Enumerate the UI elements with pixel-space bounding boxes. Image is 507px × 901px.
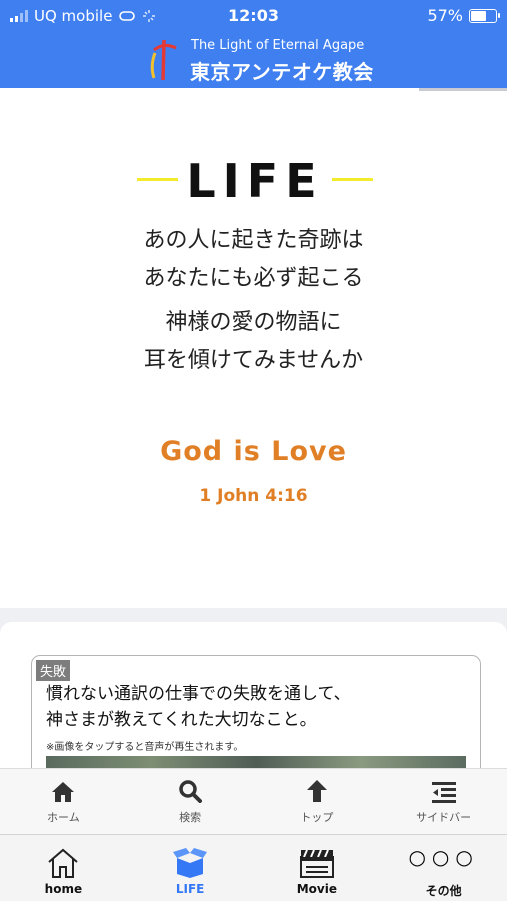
clapperboard-icon xyxy=(299,849,334,878)
tab-label: その他 xyxy=(425,884,462,898)
category-badge: 失敗 xyxy=(36,660,71,681)
home-icon xyxy=(52,782,75,802)
subnav-search[interactable]: 検索 xyxy=(127,769,254,835)
search-icon xyxy=(179,780,203,803)
subnav-top[interactable]: トップ xyxy=(254,769,381,835)
app-header: The Light of Eternal Agape 東京アンテオケ教会 xyxy=(0,32,507,88)
motto: God is Love xyxy=(160,436,347,467)
tab-bar: home LIFE Movie ○○○ その他 xyxy=(0,834,507,901)
tab-movie[interactable]: Movie xyxy=(254,835,381,901)
sub-navigation: ホーム 検索 トップ サイドバー xyxy=(0,768,507,835)
hero-line: あなたにも必ず起こる xyxy=(143,266,364,291)
tab-label: Movie xyxy=(296,882,337,896)
subnav-label: サイドバー xyxy=(416,811,472,824)
house-outline-icon xyxy=(48,848,79,878)
subnav-label: 検索 xyxy=(179,811,202,824)
battery-percent: 57% xyxy=(427,6,463,25)
church-cross-logo-icon xyxy=(150,39,177,81)
church-name: 東京アンテオケ教会 xyxy=(190,60,374,84)
hero-section: LIFE あの人に起きた奇跡は あなたにも必ず起こる 神様の愛の物語に 耳を傾け… xyxy=(0,88,507,608)
tab-other[interactable]: ○○○ その他 xyxy=(380,835,507,901)
tab-home[interactable]: home xyxy=(0,835,127,901)
tab-label: home xyxy=(44,882,83,896)
subnav-sidebar[interactable]: サイドバー xyxy=(380,769,507,835)
life-heading: LIFE xyxy=(137,154,373,208)
subnav-label: ホーム xyxy=(47,811,80,824)
tab-life[interactable]: LIFE xyxy=(127,835,254,901)
card-note: ※画像をタップすると音声が再生されます。 xyxy=(46,742,244,753)
more-dots-icon: ○○○ xyxy=(408,845,479,869)
hero-line: 耳を傾けてみませんか xyxy=(143,348,364,373)
subnav-home[interactable]: ホーム xyxy=(0,769,127,835)
card-title: 慣れない通訳の仕事での失敗を通して、 神さまが教えてくれた大切なこと。 xyxy=(46,684,351,730)
header-tagline: The Light of Eternal Agape xyxy=(191,38,365,53)
arrow-up-icon xyxy=(306,780,327,802)
hero-line: 神様の愛の物語に xyxy=(165,310,342,335)
hero-line: あの人に起きた奇跡は xyxy=(143,228,364,253)
sidebar-icon xyxy=(431,782,456,803)
status-bar: UQ mobile 12:03 57% xyxy=(0,0,507,32)
subnav-label: トップ xyxy=(300,811,334,824)
scroll-indicator xyxy=(419,88,507,91)
bible-verse: 1 John 4:16 xyxy=(199,486,308,506)
battery-icon xyxy=(469,8,500,23)
tab-label: LIFE xyxy=(175,882,205,896)
open-box-icon xyxy=(173,848,208,878)
life-title: LIFE xyxy=(178,154,332,208)
